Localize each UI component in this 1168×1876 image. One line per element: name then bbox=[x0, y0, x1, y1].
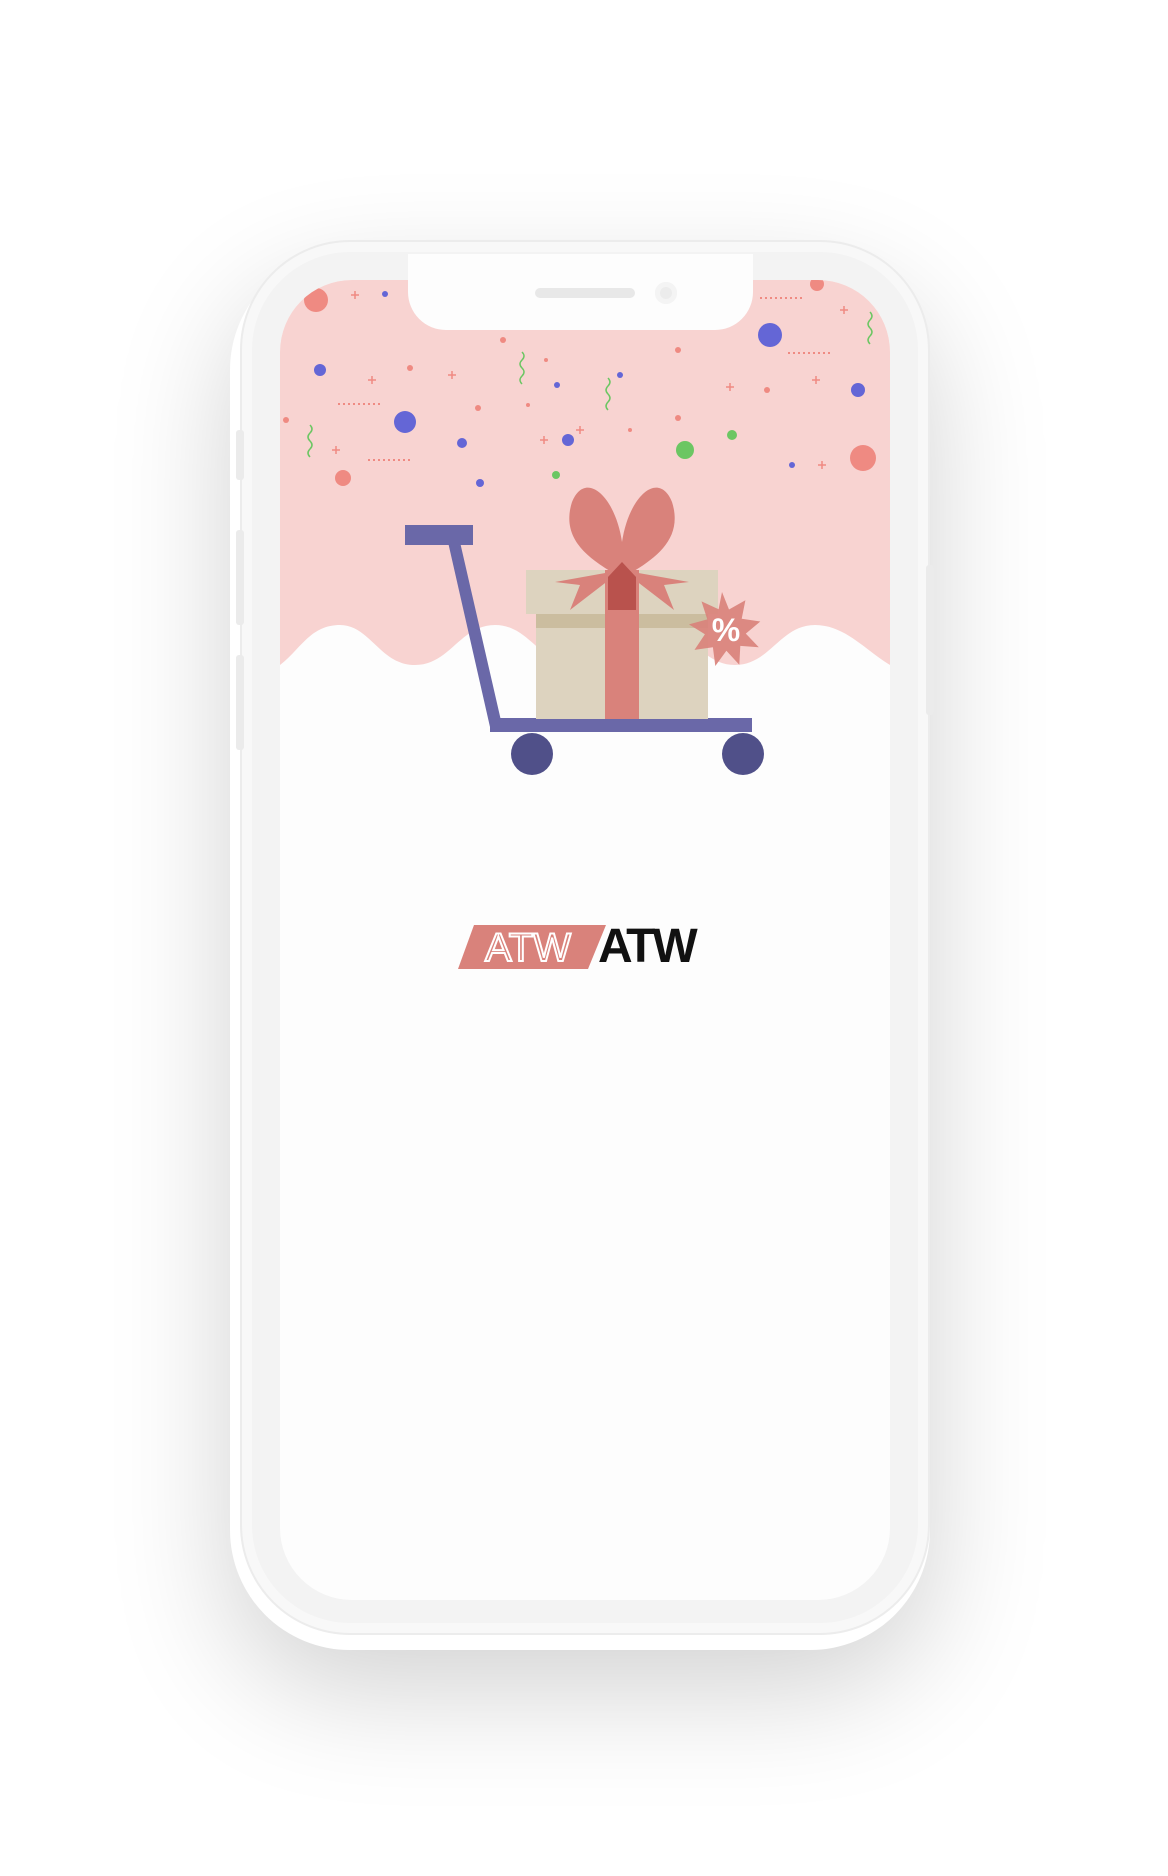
percent-badge-text: % bbox=[712, 612, 740, 648]
mute-switch bbox=[236, 430, 244, 480]
power-button bbox=[926, 565, 934, 715]
logo-badge-icon: ATW bbox=[458, 925, 606, 969]
volume-up-button bbox=[236, 530, 244, 625]
speaker-grille bbox=[535, 288, 635, 298]
stage: % ATW ATW bbox=[0, 0, 1168, 1876]
logo-badge-text: ATW bbox=[485, 926, 571, 969]
front-camera bbox=[655, 282, 677, 304]
logo-wordmark: ATW bbox=[598, 920, 698, 973]
volume-down-button bbox=[236, 655, 244, 750]
app-logo: ATW ATW bbox=[458, 921, 728, 973]
